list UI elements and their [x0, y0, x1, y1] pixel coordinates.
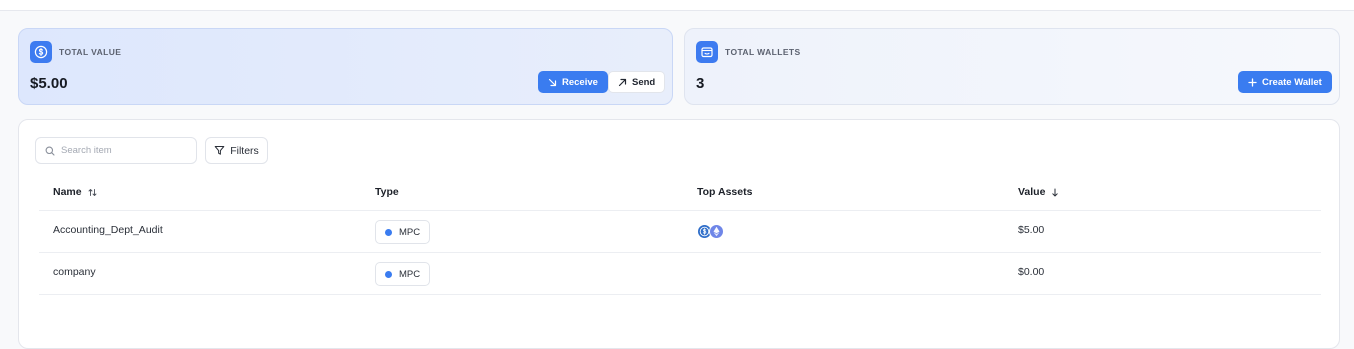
wallet-name: company: [53, 266, 96, 278]
filters-button[interactable]: Filters: [205, 137, 268, 164]
arrow-up-right-icon: [618, 78, 627, 86]
arrow-down-right-icon: [548, 78, 557, 86]
total-value-amount: $5.00: [30, 75, 68, 92]
wallet-name: Accounting_Dept_Audit: [53, 224, 163, 236]
create-wallet-label: Create Wallet: [1262, 76, 1322, 88]
total-wallets-label: TOTAL WALLETS: [725, 47, 801, 57]
column-header-value[interactable]: Value: [1018, 186, 1059, 198]
wallet-value: $5.00: [1018, 224, 1045, 236]
top-bar: [0, 0, 1354, 11]
table-row[interactable]: company MPC $0.00: [39, 253, 1321, 295]
send-button[interactable]: Send: [608, 71, 666, 93]
search-icon: [45, 146, 55, 156]
wallet-value: $0.00: [1018, 266, 1045, 278]
search-box[interactable]: [35, 137, 197, 164]
eth-icon: [709, 224, 724, 239]
column-header-name[interactable]: Name: [53, 186, 97, 198]
table-row[interactable]: Accounting_Dept_Audit MPC $5.00: [39, 211, 1321, 253]
column-header-top-assets: Top Assets: [697, 186, 753, 198]
table-header: Name Type Top Assets Value: [39, 177, 1321, 211]
total-wallets-count: 3: [696, 75, 705, 92]
dollar-coin-icon: [30, 41, 52, 63]
filter-icon: [214, 146, 225, 155]
total-value-card: TOTAL VALUE $5.00 Receive Send: [18, 28, 673, 105]
type-dot: [385, 228, 392, 236]
wallet-icon: [696, 41, 718, 63]
sort-icon: [88, 188, 97, 196]
sort-descending-icon: [1052, 188, 1059, 196]
wallet-type-badge: MPC: [375, 220, 431, 244]
filters-label: Filters: [230, 144, 259, 157]
search-input[interactable]: [61, 145, 186, 156]
plus-icon: [1248, 77, 1257, 87]
type-dot: [385, 270, 392, 278]
wallets-panel: Filters Name Type Top Assets Value Accou…: [18, 119, 1340, 349]
create-wallet-button[interactable]: Create Wallet: [1238, 71, 1332, 93]
top-assets: [697, 224, 724, 239]
total-value-label: TOTAL VALUE: [59, 47, 122, 57]
send-label: Send: [632, 76, 656, 88]
receive-label: Receive: [562, 76, 598, 88]
receive-button[interactable]: Receive: [538, 71, 608, 93]
wallet-type-badge: MPC: [375, 262, 431, 286]
column-header-type: Type: [375, 186, 399, 198]
total-wallets-card: TOTAL WALLETS 3 Create Wallet: [684, 28, 1340, 105]
